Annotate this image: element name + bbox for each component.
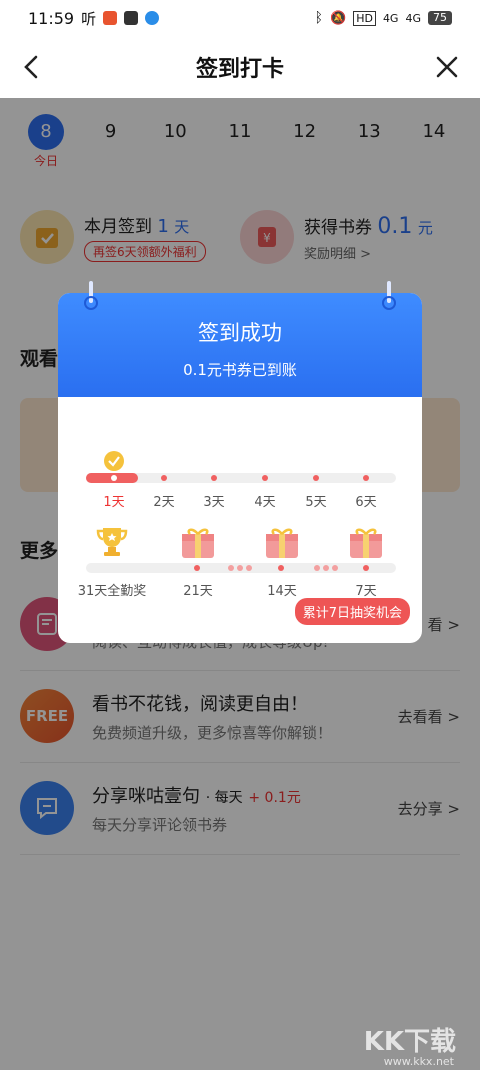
progress-track-row1	[86, 473, 396, 483]
checked-icon	[104, 451, 124, 471]
page-title: 签到打卡	[195, 57, 284, 82]
binder-ring-icon	[382, 281, 396, 310]
progress-dot	[262, 475, 268, 481]
day-label: 31天全勤奖	[77, 584, 147, 599]
day-label: 1天	[103, 495, 125, 510]
day-label: 7天	[355, 584, 377, 599]
day-label: 4天	[254, 495, 276, 510]
status-time: 11:59	[28, 8, 75, 28]
progress-dot	[332, 565, 338, 571]
progress-dot	[228, 565, 234, 571]
day-label: 3天	[203, 495, 225, 510]
progress-dot	[363, 475, 369, 481]
modal-subtitle: 0.1元书券已到账	[183, 361, 297, 379]
watermark-logo: KK下载	[363, 1027, 456, 1057]
progress-dot	[194, 565, 200, 571]
trophy-icon	[96, 528, 128, 556]
signal-4g-icon: 4G	[382, 11, 399, 25]
progress-dot	[323, 565, 329, 571]
day-label: 5天	[305, 495, 327, 510]
progress-dot	[246, 565, 252, 571]
mute-icon: 🔕	[330, 10, 347, 26]
day-label: 2天	[153, 495, 175, 510]
title-bar: 签到打卡	[0, 36, 480, 98]
hd-icon: HD	[353, 10, 376, 26]
back-icon[interactable]	[18, 50, 48, 84]
modal-header: 签到成功 0.1元书券已到账	[58, 293, 422, 397]
status-bar: 11:59 听 ᛒ 🔕 HD 4G 4G 75	[0, 0, 480, 36]
gift-icon	[350, 528, 382, 558]
day-label: 6天	[355, 495, 377, 510]
progress-dot	[161, 475, 167, 481]
binder-ring-icon	[84, 281, 98, 310]
modal-title: 签到成功	[198, 321, 282, 345]
progress-dot	[314, 565, 320, 571]
gift-icon	[182, 528, 214, 558]
mail-icon	[124, 11, 139, 25]
gift-icon	[266, 528, 298, 558]
day-label: 14天	[267, 584, 297, 599]
day-label: 21天	[183, 584, 213, 599]
browser-icon	[145, 11, 160, 25]
battery-icon: 75	[428, 11, 452, 25]
progress-dot	[237, 565, 243, 571]
progress-dot	[111, 475, 117, 481]
watermark-url: www.kkx.net	[383, 1055, 454, 1068]
app-notification-icon	[103, 11, 118, 25]
progress-dot	[363, 565, 369, 571]
listen-icon: 听	[81, 9, 97, 28]
progress-dot	[313, 475, 319, 481]
close-icon[interactable]	[430, 50, 464, 84]
checkin-success-modal: 签到成功 0.1元书券已到账 1天 2天 3天 4天 5天 6天 31天全勤奖 …	[58, 281, 422, 643]
bluetooth-icon: ᛒ	[314, 10, 323, 26]
progress-dot	[211, 475, 217, 481]
lottery-badge: 累计7日抽奖机会	[294, 598, 410, 625]
progress-dot	[278, 565, 284, 571]
signal-4g-icon-2: 4G	[405, 11, 421, 25]
